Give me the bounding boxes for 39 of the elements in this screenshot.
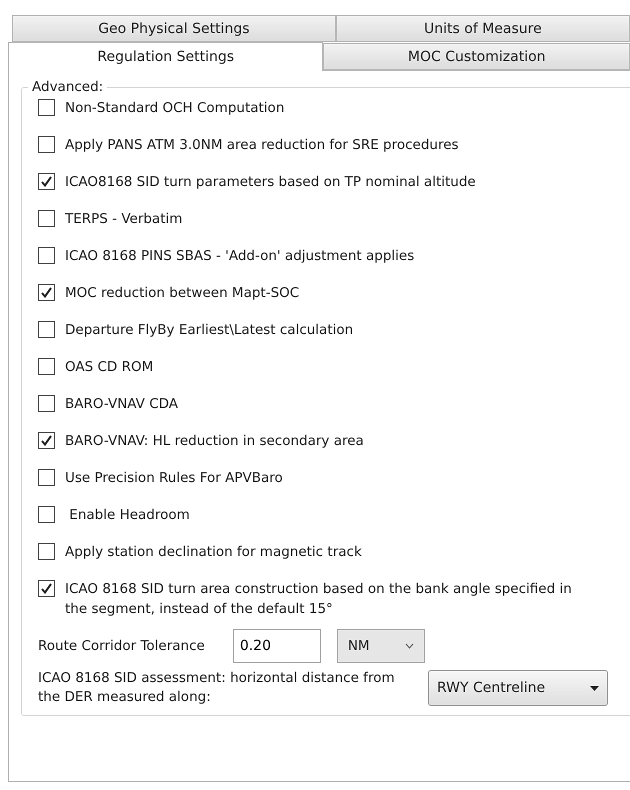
unit-dropdown[interactable]: NM xyxy=(336,629,425,663)
checkbox[interactable] xyxy=(38,580,55,597)
checkbox-label: Apply station declination for magnetic track xyxy=(65,543,362,562)
chevron-icon xyxy=(404,643,414,649)
checkbox[interactable] xyxy=(38,136,55,153)
checkbox[interactable] xyxy=(38,469,55,486)
checkbox[interactable] xyxy=(38,247,55,264)
caret-icon xyxy=(590,686,599,690)
checkbox[interactable] xyxy=(38,173,55,190)
tab[interactable]: Units of Measure xyxy=(336,15,630,42)
checkbox-label: TERPS - Verbatim xyxy=(65,210,182,229)
checkbox-label: ICAO 8168 SID turn area construction based on the bank angle specified in the segment, instead of the default 15° xyxy=(65,580,573,619)
checkbox-label: Use Precision Rules For APVBaro xyxy=(65,469,283,488)
checkbox[interactable] xyxy=(38,210,55,227)
checkbox-label: ICAO 8168 PINS SBAS - 'Add-on' adjustment applies xyxy=(65,247,414,266)
checkbox-label: MOC reduction between Mapt-SOC xyxy=(65,284,300,303)
checkbox[interactable] xyxy=(38,99,55,116)
tab[interactable]: MOC Customization xyxy=(323,43,630,70)
checkbox-label: ICAO8168 SID turn parameters based on TP nominal altitude xyxy=(65,173,476,192)
checkbox[interactable] xyxy=(38,395,55,412)
checkbox[interactable] xyxy=(38,543,55,560)
checkbox[interactable] xyxy=(38,321,55,338)
checkbox[interactable] xyxy=(38,506,55,523)
checkbox-label: Apply PANS ATM 3.0NM area reduction for SRE procedures xyxy=(65,136,459,155)
checkbox-label: BARO-VNAV CDA xyxy=(65,395,178,414)
checkbox[interactable] xyxy=(38,432,55,449)
checkbox-label: Enable Headroom xyxy=(68,506,190,525)
checkbox[interactable] xyxy=(38,284,55,301)
tab[interactable]: Geo Physical Settings xyxy=(12,15,336,42)
route-corridor-label: Route Corridor Tolerance xyxy=(38,636,205,656)
sid-assessment-label: ICAO 8168 SID assessment: horizontal distance from the DER measured along: xyxy=(38,669,396,707)
dropdown[interactable]: RWY Centreline xyxy=(428,670,608,706)
checkbox-label: Departure FlyBy Earliest\Latest calculation xyxy=(65,321,354,340)
checkbox-label: OAS CD ROM xyxy=(65,358,154,377)
tab[interactable]: Regulation Settings xyxy=(8,42,324,71)
input-field[interactable]: 0.20 xyxy=(232,629,321,663)
checkbox[interactable] xyxy=(38,358,55,375)
checkbox-label: BARO-VNAV: HL reduction in secondary area xyxy=(65,432,364,451)
checkbox-label: Non-Standard OCH Computation xyxy=(65,99,284,118)
